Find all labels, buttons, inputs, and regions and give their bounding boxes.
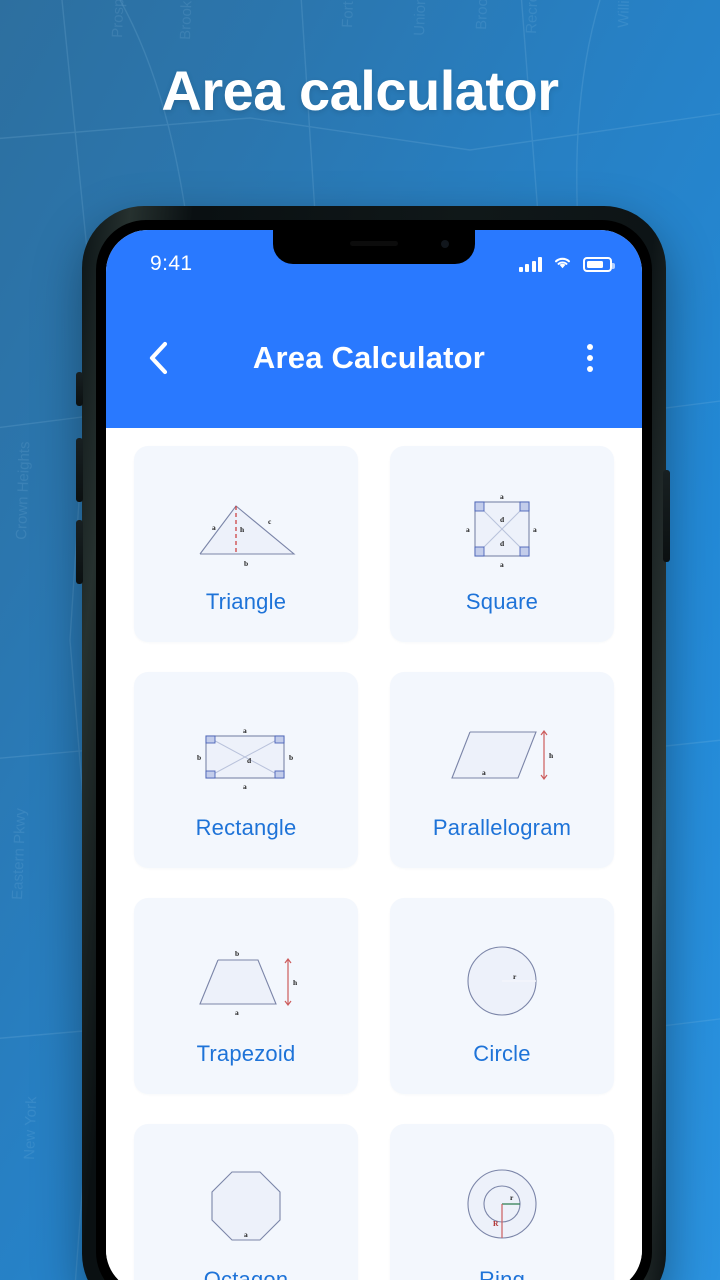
page-title: Area calculator: [161, 59, 559, 122]
svg-text:R: R: [493, 1219, 499, 1228]
wifi-icon: [552, 254, 573, 275]
svg-text:a: a: [500, 492, 504, 501]
phone-volume-up-button[interactable]: [76, 438, 83, 502]
shape-label: Ring: [478, 1267, 526, 1280]
svg-text:Brooklyn: Brooklyn: [177, 0, 196, 40]
svg-text:b: b: [244, 559, 248, 568]
circle-shape-icon: r: [390, 925, 614, 1037]
app-bar: Area Calculator: [106, 288, 642, 428]
app-bar-title: Area Calculator: [252, 340, 486, 375]
svg-text:h: h: [293, 978, 298, 987]
phone-volume-down-button[interactable]: [76, 520, 83, 584]
status-icons: [518, 254, 615, 275]
status-bar: 9:41: [106, 230, 642, 288]
shape-card-ring[interactable]: r R Ring: [390, 1124, 614, 1280]
shape-label: Parallelogram: [432, 815, 572, 840]
status-time: 9:41: [150, 252, 193, 275]
shape-label: Circle: [473, 1041, 531, 1066]
parallelogram-shape-icon: a h: [390, 699, 614, 811]
cellular-signal-icon: [518, 256, 542, 272]
svg-text:a: a: [243, 782, 247, 791]
svg-text:a: a: [482, 768, 486, 777]
square-shape-icon: a a a a d d: [390, 473, 614, 585]
shape-label: Octagon: [203, 1267, 289, 1280]
phone-bezel: 9:41 Area Calculator a h c b Triangle a …: [96, 220, 652, 1280]
svg-text:New York: New York: [21, 1096, 40, 1160]
shape-card-octagon[interactable]: a Octagon: [134, 1124, 358, 1280]
svg-text:Williamsburg: Williamsburg: [615, 0, 635, 28]
trapezoid-shape-icon: b a h: [134, 925, 358, 1037]
svg-text:a: a: [243, 726, 247, 735]
svg-text:b: b: [235, 949, 239, 958]
svg-text:Recreation Activity: Recreation Activity: [523, 0, 544, 34]
shape-card-circle[interactable]: r Circle: [390, 898, 614, 1094]
svg-text:a: a: [466, 525, 470, 534]
svg-text:Brooklyn: Brooklyn: [473, 0, 492, 30]
svg-text:b: b: [289, 753, 293, 762]
phone-mockup: 9:41 Area Calculator a h c b Triangle a …: [82, 206, 666, 1280]
screenshot-canvas: Prospect Heights Brooklyn Fort Greene Un…: [0, 0, 720, 1280]
svg-text:Union Ave: Union Ave: [411, 0, 430, 36]
svg-text:a: a: [244, 1230, 248, 1239]
svg-text:Eastern Pkwy: Eastern Pkwy: [9, 807, 29, 900]
shape-card-parallelogram[interactable]: a h Parallelogram: [390, 672, 614, 868]
shape-label: Square: [465, 589, 539, 614]
shape-label: Triangle: [205, 589, 287, 614]
octagon-shape-icon: a: [134, 1151, 358, 1263]
phone-power-button[interactable]: [663, 470, 670, 562]
shape-label: Trapezoid: [196, 1041, 296, 1066]
app-header-area: 9:41 Area Calculator: [106, 230, 642, 428]
svg-text:a: a: [212, 523, 216, 532]
svg-text:h: h: [549, 751, 554, 760]
shape-label: Rectangle: [195, 815, 297, 840]
battery-icon: [583, 256, 615, 272]
svg-text:c: c: [268, 517, 272, 526]
svg-text:a: a: [533, 525, 537, 534]
rectangle-shape-icon: a a b b d: [134, 699, 358, 811]
svg-text:a: a: [500, 560, 504, 569]
svg-text:b: b: [197, 753, 201, 762]
shape-list-scroll-area[interactable]: a h c b Triangle a a a a d d Square a a …: [106, 428, 642, 1280]
shape-card-square[interactable]: a a a a d d Square: [390, 446, 614, 642]
shape-card-trapezoid[interactable]: b a h Trapezoid: [134, 898, 358, 1094]
svg-text:Fort Greene: Fort Greene: [339, 0, 359, 28]
triangle-shape-icon: a h c b: [134, 473, 358, 585]
phone-screen: 9:41 Area Calculator a h c b Triangle a …: [106, 230, 642, 1280]
svg-text:Crown Heights: Crown Heights: [13, 441, 33, 540]
svg-text:a: a: [235, 1008, 239, 1017]
ring-shape-icon: r R: [390, 1151, 614, 1263]
phone-mute-switch[interactable]: [76, 372, 83, 406]
svg-text:Prospect Heights: Prospect Heights: [109, 0, 130, 38]
shape-card-rectangle[interactable]: a a b b d Rectangle: [134, 672, 358, 868]
shape-card-triangle[interactable]: a h c b Triangle: [134, 446, 358, 642]
more-vertical-icon[interactable]: [572, 340, 608, 376]
shape-grid: a h c b Triangle a a a a d d Square a a …: [134, 446, 614, 1280]
